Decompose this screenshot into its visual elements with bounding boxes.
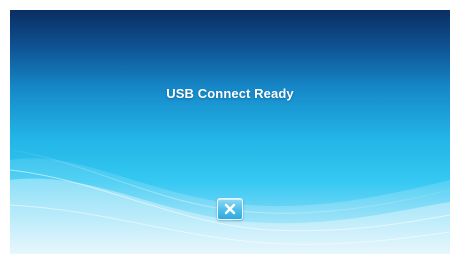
close-button[interactable]: [217, 198, 243, 220]
usb-status-message: USB Connect Ready: [166, 86, 294, 101]
usb-screen: USB Connect Ready: [10, 10, 450, 254]
close-icon: [224, 203, 236, 215]
